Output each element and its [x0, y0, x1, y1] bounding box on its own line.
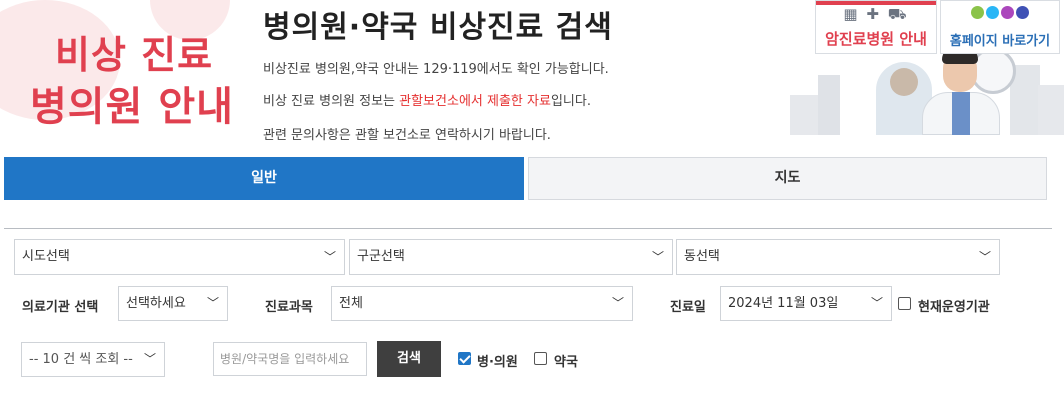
info-text-1: 비상진료 병의원,약국 안내는 129·119에서도 확인 가능합니다. — [263, 62, 609, 77]
search-button[interactable]: 검색 — [377, 341, 441, 377]
hospital-checkbox[interactable] — [458, 352, 471, 365]
info-text-2: 비상 진료 병의원 정보는 관할보건소에서 제출한 자료입니다. — [263, 90, 591, 109]
building-shape — [818, 75, 840, 135]
page-size-select-value: -- 10 건 씩 조회 -- — [29, 352, 133, 367]
info-text-2-highlight: 관할보건소에서 제출한 자료 — [399, 94, 551, 109]
homepage-logo-icon — [941, 5, 1059, 23]
search-input[interactable]: 병원/약국명을 입력하세요 — [213, 342, 367, 376]
doctor-shirt — [952, 92, 970, 135]
divider — [4, 228, 1052, 229]
open-now-label: 현재운영기관 — [918, 300, 990, 315]
gugun-select[interactable]: 구군선택 ﹀ — [349, 239, 673, 275]
dong-select-value: 동선택 — [684, 249, 720, 264]
info-text-2-post: 입니다. — [550, 94, 591, 109]
pharmacy-check-label: 약국 — [554, 355, 578, 370]
chevron-down-icon: ﹀ — [323, 250, 336, 264]
chevron-down-icon: ﹀ — [143, 352, 156, 366]
cancer-hospital-button[interactable]: ▦ ✚ ⛟ 암진료병원 안내 — [815, 0, 937, 54]
hospital-check-label: 병·의원 — [477, 355, 518, 370]
info-text-3: 관련 문의사항은 관할 보건소로 연락하시기 바랍니다. — [263, 128, 551, 143]
logo: 비상 진료 병의원 안내 — [0, 0, 250, 150]
sido-select-value: 시도선택 — [22, 249, 70, 264]
open-now-checkbox[interactable] — [898, 297, 911, 310]
chevron-down-icon: ﹀ — [651, 250, 664, 264]
institution-select[interactable]: 선택하세요 ﹀ — [118, 286, 228, 321]
department-select[interactable]: 전체 ﹀ — [331, 286, 633, 321]
hospital-icon: ▦ ✚ ⛟ — [843, 5, 909, 23]
building-shape — [1038, 85, 1064, 135]
date-label: 진료일 — [670, 300, 706, 315]
chevron-down-icon: ﹀ — [870, 296, 883, 310]
pharmacy-checkbox[interactable] — [534, 352, 547, 365]
homepage-link-button[interactable]: 홈페이지 바로가기 — [940, 0, 1060, 54]
date-select-value: 2024년 11월 03일 — [728, 296, 839, 311]
doctor-figure-front — [922, 40, 1000, 135]
tab-general[interactable]: 일반 — [4, 157, 524, 200]
building-shape — [790, 95, 820, 135]
institution-select-value: 선택하세요 — [126, 296, 186, 311]
logo-text-line1: 비상 진료 — [55, 33, 214, 77]
search-input-placeholder: 병원/약국명을 입력하세요 — [220, 352, 350, 366]
dong-select[interactable]: 동선택 ﹀ — [676, 239, 1000, 275]
sido-select[interactable]: 시도선택 ﹀ — [14, 239, 345, 275]
logo-text-line2: 병의원 안내 — [30, 84, 234, 130]
cancer-hospital-label: 암진료병원 안내 — [825, 30, 927, 48]
doctor-head — [890, 68, 918, 96]
info-text-2-pre: 비상 진료 병의원 정보는 — [263, 94, 400, 109]
date-select[interactable]: 2024년 11월 03일 ﹀ — [720, 286, 892, 321]
chevron-down-icon: ﹀ — [611, 296, 624, 310]
page-header: 비상 진료 병의원 안내 병의원·약국 비상진료 검색 비상진료 병의원,약국 … — [0, 0, 1064, 150]
chevron-down-icon: ﹀ — [978, 250, 991, 264]
department-select-value: 전체 — [339, 296, 363, 311]
homepage-link-label: 홈페이지 바로가기 — [949, 34, 1051, 49]
gugun-select-value: 구군선택 — [357, 249, 405, 264]
institution-label: 의료기관 선택 — [22, 300, 99, 315]
page-size-select[interactable]: -- 10 건 씩 조회 -- ﹀ — [21, 342, 165, 377]
tab-map[interactable]: 지도 — [528, 157, 1047, 200]
chevron-down-icon: ﹀ — [206, 296, 219, 310]
page-title: 병의원·약국 비상진료 검색 — [263, 10, 613, 45]
department-label: 진료과목 — [265, 300, 313, 315]
